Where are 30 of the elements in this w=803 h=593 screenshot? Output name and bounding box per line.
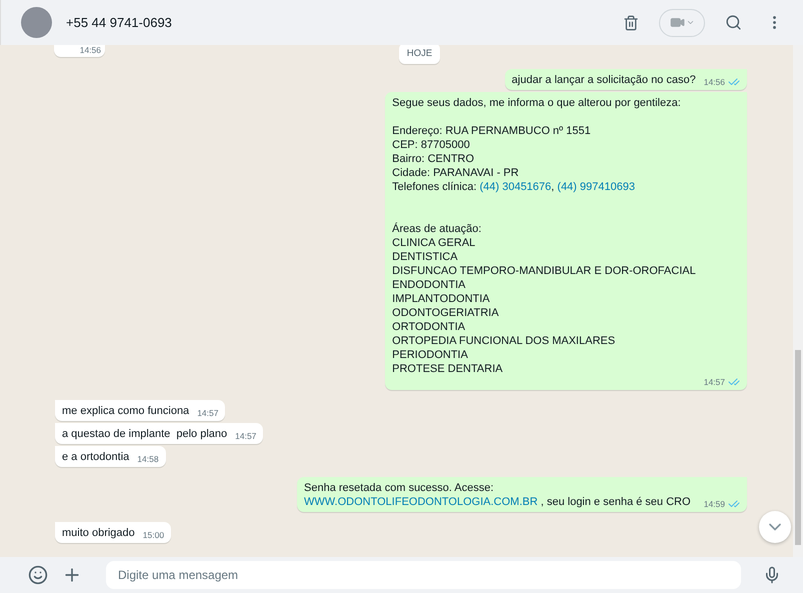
message-text: a questao de implante pelo plano <box>62 427 228 441</box>
message-text: ajudar a lançar a solicitação no caso? <box>512 73 696 87</box>
emoji-icon[interactable] <box>28 565 48 585</box>
message-time: 14:57 <box>197 408 218 419</box>
message-text: Segue seus dados, me informa o que alterou por gentileza: Endereço: RUA PERNAMBUCO nº 1551 CEP: 87705000 Bairro: CENTRO Cidade: PARANAVAI - PR Telefones clínica: (44) 30451676, (44) 997410693 Áreas de atuação: CLINICA GERAL DENTISTICA DISFUNCAO TEMPORO-MANDIBULAR E DOR-OROFACIAL ENDODONTIA IMPLANTODONTIA ODONTOGERIATRIA ORTODONTIA ORTOPEDIA FUNCIONAL DOS MAXILARES PERIODONTIA PROTESE DENTARIA <box>392 96 697 376</box>
message-link[interactable]: WWW.ODONTOLIFEODONTOLOGIA.COM.BR <box>304 496 538 508</box>
message-input[interactable]: Digite uma mensagem <box>106 561 741 589</box>
microphone-icon[interactable] <box>763 566 781 584</box>
message-time: 14:56 <box>704 76 725 88</box>
message-text: e a ortodontia <box>62 450 130 464</box>
message-time: 14:58 <box>137 454 159 465</box>
message-time: 14:59 <box>704 498 725 510</box>
message-time: 14:57 <box>704 376 725 388</box>
scrollbar[interactable] <box>793 45 803 557</box>
trash-icon[interactable] <box>623 14 639 30</box>
contact-name[interactable]: +55 44 9741-0693 <box>66 15 609 30</box>
message-link[interactable]: (44) 30451676 <box>480 181 552 193</box>
date-chip: HOJE <box>398 45 440 64</box>
message-time: 14:57 <box>235 431 256 442</box>
video-camera-icon <box>670 15 684 30</box>
message-time: 15:00 <box>142 530 164 541</box>
message-text: Senha resetada com sucesso. Acesse: WWW.ODONTOLIFEODONTOLOGIA.COM.BR , seu login e senha é seu CRO <box>304 481 692 509</box>
chevron-down-icon <box>686 18 694 27</box>
avatar-placeholder[interactable] <box>21 7 52 38</box>
message-text: me explica como funciona <box>62 404 190 418</box>
scrollbar-thumb[interactable] <box>795 350 801 545</box>
search-icon[interactable] <box>725 14 742 31</box>
message-link[interactable]: (44) 997410693 <box>557 181 635 193</box>
message-text: muito obrigado <box>62 526 135 540</box>
message-time: 14:56 <box>80 45 101 56</box>
